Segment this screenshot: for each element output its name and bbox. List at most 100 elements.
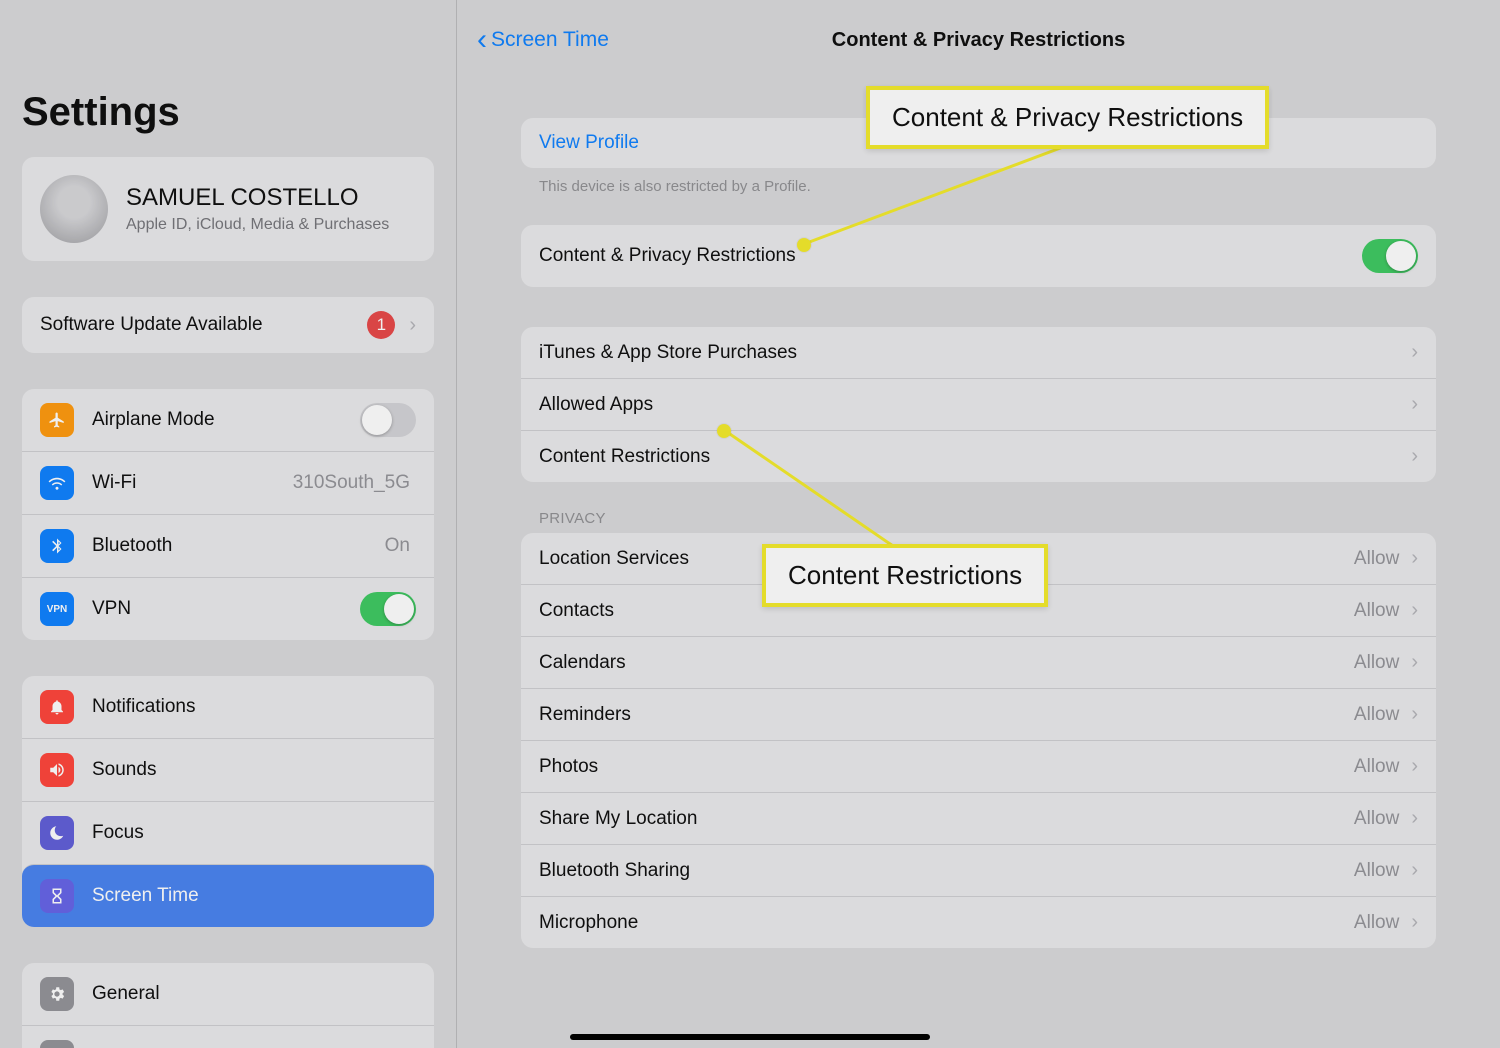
airplane-icon [40,403,74,437]
privacy-row-label: Bluetooth Sharing [539,860,1354,882]
chevron-right-icon: › [1411,651,1418,674]
privacy-row-value: Allow [1354,860,1399,882]
chevron-right-icon: › [1411,755,1418,778]
wifi-settings-icon [40,466,74,500]
moon-icon [40,816,74,850]
sidebar-item-screen-time[interactable]: Screen Time [22,864,434,927]
sidebar-item-control-center[interactable]: Control Center [22,1025,434,1048]
gear-icon [40,977,74,1011]
privacy-row[interactable]: CalendarsAllow › [521,636,1436,688]
chevron-right-icon: › [1411,445,1418,468]
chevron-right-icon: › [1411,911,1418,934]
annotation-dot [797,238,811,252]
bell-icon [40,690,74,724]
privacy-row-label: Reminders [539,704,1354,726]
settings-sidebar: Settings SAMUEL COSTELLO Apple ID, iClou… [0,0,456,1048]
privacy-row-value: Allow [1354,704,1399,726]
vpn-toggle[interactable] [360,592,416,626]
bluetooth-label: Bluetooth [92,535,385,557]
restrictions-toggle-card: Content & Privacy Restrictions [521,225,1436,287]
speaker-icon [40,753,74,787]
chevron-right-icon: › [1411,703,1418,726]
vpn-icon: VPN [40,592,74,626]
privacy-row-label: Share My Location [539,808,1354,830]
vpn-label: VPN [92,598,360,620]
privacy-row[interactable]: RemindersAllow › [521,688,1436,740]
itunes-purchases-row[interactable]: iTunes & App Store Purchases › [521,327,1436,378]
airplane-toggle[interactable] [360,403,416,437]
sidebar-item-vpn[interactable]: VPN VPN [22,577,434,640]
back-button[interactable]: ‹ Screen Time [477,28,609,52]
privacy-row-value: Allow [1354,756,1399,778]
content-privacy-toggle-label: Content & Privacy Restrictions [539,245,1362,267]
screen-time-label: Screen Time [92,885,416,907]
chevron-right-icon: › [1411,859,1418,882]
network-card: Airplane Mode Wi-Fi 310South_5G Bluetoot… [22,389,434,640]
privacy-row-label: Microphone [539,912,1354,934]
sliders-icon [40,1040,74,1048]
sidebar-item-notifications[interactable]: Notifications [22,676,434,738]
update-badge: 1 [367,311,395,339]
view-profile-link: View Profile [539,132,639,154]
content-privacy-toggle[interactable] [1362,239,1418,273]
privacy-section-header: PRIVACY [539,510,1436,527]
sidebar-item-airplane-mode[interactable]: Airplane Mode [22,389,434,451]
back-label: Screen Time [491,28,609,52]
settings-title: Settings [0,60,456,157]
privacy-row-value: Allow [1354,548,1399,570]
software-update-card[interactable]: Software Update Available 1 › [22,297,434,353]
chevron-right-icon: › [1411,599,1418,622]
detail-pane: ‹ Screen Time Content & Privacy Restrict… [456,0,1500,1048]
wifi-label: Wi-Fi [92,472,293,494]
sidebar-item-bluetooth[interactable]: Bluetooth On [22,514,434,577]
avatar [40,175,108,243]
user-name: SAMUEL COSTELLO [126,184,389,212]
page-title: Content & Privacy Restrictions [832,29,1125,52]
privacy-row-label: Calendars [539,652,1354,674]
hourglass-icon [40,879,74,913]
allowed-apps-label: Allowed Apps [539,394,1405,416]
software-update-label: Software Update Available [40,314,367,336]
profile-note: This device is also restricted by a Prof… [539,178,1436,195]
privacy-row[interactable]: Share My LocationAllow › [521,792,1436,844]
system-card: Notifications Sounds Focus Screen Time [22,676,434,927]
general-label: General [92,983,416,1005]
callout-content-restrictions: Content Restrictions [762,544,1048,607]
privacy-row[interactable]: Bluetooth SharingAllow › [521,844,1436,896]
sidebar-item-wifi[interactable]: Wi-Fi 310South_5G [22,451,434,514]
privacy-row-value: Allow [1354,652,1399,674]
home-indicator [570,1034,930,1040]
privacy-row[interactable]: PhotosAllow › [521,740,1436,792]
itunes-purchases-label: iTunes & App Store Purchases [539,342,1405,364]
callout-content-privacy: Content & Privacy Restrictions [866,86,1269,149]
airplane-label: Airplane Mode [92,409,360,431]
chevron-right-icon: › [1411,341,1418,364]
content-privacy-toggle-row[interactable]: Content & Privacy Restrictions [521,225,1436,287]
general-card: General Control Center [22,963,434,1048]
chevron-right-icon: › [409,314,416,337]
detail-header: ‹ Screen Time Content & Privacy Restrict… [457,0,1500,80]
user-sub: Apple ID, iCloud, Media & Purchases [126,216,389,234]
wifi-value: 310South_5G [293,472,410,494]
sounds-label: Sounds [92,759,416,781]
annotation-dot [717,424,731,438]
allowed-apps-row[interactable]: Allowed Apps › [521,378,1436,430]
sidebar-item-general[interactable]: General [22,963,434,1025]
privacy-row-value: Allow [1354,808,1399,830]
privacy-row-value: Allow [1354,912,1399,934]
chevron-right-icon: › [1411,807,1418,830]
privacy-row-value: Allow [1354,600,1399,622]
chevron-right-icon: › [1411,393,1418,416]
restrictions-links-card: iTunes & App Store Purchases › Allowed A… [521,327,1436,482]
notifications-label: Notifications [92,696,416,718]
sidebar-item-sounds[interactable]: Sounds [22,738,434,801]
bluetooth-value: On [385,535,410,557]
bluetooth-icon [40,529,74,563]
content-restrictions-label: Content Restrictions [539,446,1405,468]
chevron-right-icon: › [1411,547,1418,570]
privacy-row[interactable]: MicrophoneAllow › [521,896,1436,948]
sidebar-item-focus[interactable]: Focus [22,801,434,864]
content-restrictions-row[interactable]: Content Restrictions › [521,430,1436,482]
privacy-row-label: Photos [539,756,1354,778]
apple-id-card[interactable]: SAMUEL COSTELLO Apple ID, iCloud, Media … [22,157,434,261]
